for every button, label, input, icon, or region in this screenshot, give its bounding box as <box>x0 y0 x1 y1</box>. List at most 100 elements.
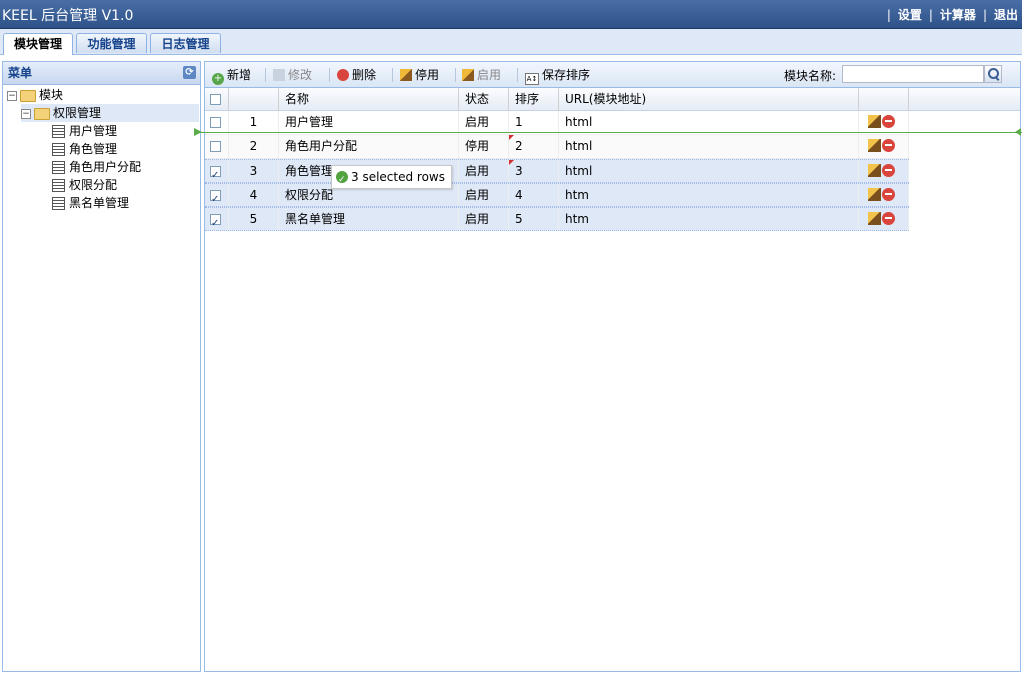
tree-leaf-role-user[interactable]: 角色用户分配 <box>52 158 141 176</box>
row-select-cell <box>205 160 229 182</box>
row-checkbox[interactable] <box>210 188 221 206</box>
tab-module-management[interactable]: 模块管理 <box>3 33 73 55</box>
cell-sort[interactable]: 3 <box>509 160 559 182</box>
search-icon[interactable] <box>984 65 1002 83</box>
sidebar-title: 菜单 <box>8 66 33 80</box>
row-checkbox[interactable] <box>210 117 221 128</box>
tool-icon[interactable] <box>868 212 881 225</box>
cell-url: html <box>559 160 859 182</box>
row-checkbox[interactable] <box>210 141 221 152</box>
tool-add-icon[interactable] <box>868 139 881 152</box>
cell-actions <box>859 111 909 134</box>
edit-button[interactable]: 修改 <box>273 67 312 83</box>
tree-leaf-blacklist[interactable]: 黑名单管理 <box>52 194 129 212</box>
row-select-cell <box>205 135 229 158</box>
cell-sort[interactable]: 1 <box>509 111 559 134</box>
logout-link[interactable]: 退出 <box>994 8 1018 22</box>
remove-icon[interactable] <box>882 164 895 177</box>
tree-node-label: 模块 <box>39 88 64 102</box>
column-header-status[interactable]: 状态 <box>459 88 509 110</box>
tree-leaf-role[interactable]: 角色管理 <box>52 140 117 158</box>
row-select-cell <box>205 111 229 134</box>
add-button[interactable]: + 新增 <box>212 67 251 85</box>
tool-icon[interactable] <box>868 188 881 201</box>
column-header-sort[interactable]: 排序 <box>509 88 559 110</box>
page-icon <box>52 143 65 156</box>
remove-icon[interactable] <box>882 212 895 225</box>
save-sort-button[interactable]: A↕ 保存排序 <box>525 67 590 85</box>
cell-status: 启用 <box>459 111 509 134</box>
column-header-url[interactable]: URL(模块地址) <box>559 88 859 110</box>
tab-function-management[interactable]: 功能管理 <box>76 33 147 53</box>
cell-sort[interactable]: 5 <box>509 208 559 230</box>
tree-leaf-permission-assign[interactable]: 权限分配 <box>52 176 117 194</box>
page-icon <box>52 161 65 174</box>
add-icon: + <box>212 73 224 85</box>
drop-indicator-arrow-icon <box>194 128 202 136</box>
cell-actions <box>859 135 909 158</box>
select-all-cell <box>205 88 229 110</box>
enable-label: 启用 <box>477 68 502 82</box>
remove-icon[interactable] <box>882 115 895 128</box>
collapse-icon[interactable]: − <box>7 90 17 101</box>
grid-toolbar: + 新增 修改 删除 停用 启用 A↕ 保存排序 模块名称: <box>205 62 1020 88</box>
toolbar-divider <box>265 68 266 82</box>
hammer-plus-icon <box>462 69 474 81</box>
enable-button[interactable]: 启用 <box>462 67 501 83</box>
cell-actions <box>859 160 909 182</box>
collapse-icon[interactable]: − <box>21 108 31 119</box>
toolbar-divider <box>517 68 518 82</box>
cell-name: 角色用户分配 <box>279 135 459 158</box>
cell-status: 启用 <box>459 184 509 206</box>
cell-url: htm <box>559 184 859 206</box>
drag-tooltip: 3 selected rows <box>331 165 452 191</box>
row-number: 1 <box>229 111 279 134</box>
column-header-name[interactable]: 名称 <box>279 88 459 110</box>
disable-label: 停用 <box>415 68 440 82</box>
calculator-link[interactable]: 计算器 <box>940 8 976 22</box>
row-checkbox[interactable] <box>210 164 221 182</box>
row-number: 4 <box>229 184 279 206</box>
settings-link[interactable]: 设置 <box>898 8 922 22</box>
toolbar-divider <box>455 68 456 82</box>
table-row[interactable]: 5 黑名单管理 启用 5 htm <box>205 207 909 231</box>
cell-actions <box>859 208 909 230</box>
tree-node-permission[interactable]: − 权限管理 <box>21 104 199 122</box>
cell-sort[interactable]: 4 <box>509 184 559 206</box>
tree-node-label: 权限分配 <box>69 178 118 192</box>
row-number: 2 <box>229 135 279 158</box>
table-row[interactable]: 3 角色管理 启用 3 html <box>205 159 909 183</box>
delete-button[interactable]: 删除 <box>337 67 376 83</box>
table-row[interactable]: 2 角色用户分配 停用 2 html <box>205 135 909 159</box>
page-icon <box>52 197 65 210</box>
table-row[interactable]: 4 权限分配 启用 4 htm <box>205 183 909 207</box>
grid-header: 名称 状态 排序 URL(模块地址) <box>205 88 1020 111</box>
page-icon <box>52 125 65 138</box>
drag-tooltip-text: 3 selected rows <box>351 170 445 184</box>
cell-status: 停用 <box>459 135 509 158</box>
row-select-cell <box>205 208 229 230</box>
dirty-marker <box>509 160 514 165</box>
tree-leaf-user[interactable]: 用户管理 <box>52 122 117 140</box>
header-links: | 设置 | 计算器 | 退出 <box>880 6 1018 23</box>
row-checkbox[interactable] <box>210 212 221 230</box>
tree-node-root[interactable]: − 模块 <box>7 86 63 104</box>
disable-button[interactable]: 停用 <box>400 67 439 83</box>
row-number: 3 <box>229 160 279 182</box>
cell-sort[interactable]: 2 <box>509 135 559 158</box>
rownum-header <box>229 88 279 110</box>
tool-icon[interactable] <box>868 115 881 128</box>
cell-url: htm <box>559 208 859 230</box>
tool-icon[interactable] <box>868 164 881 177</box>
tree-node-label: 权限管理 <box>53 106 102 120</box>
tab-log-management[interactable]: 日志管理 <box>150 33 221 53</box>
remove-icon[interactable] <box>882 139 895 152</box>
page-icon <box>52 179 65 192</box>
drop-indicator-arrow-icon <box>1015 128 1022 136</box>
app-title: KEEL 后台管理 V1.0 <box>2 8 134 24</box>
remove-icon[interactable] <box>882 188 895 201</box>
select-all-checkbox[interactable] <box>210 94 221 105</box>
tree-node-label: 角色管理 <box>69 142 118 156</box>
refresh-icon[interactable]: ⟳ <box>183 66 196 79</box>
module-name-search-input[interactable] <box>842 65 984 83</box>
